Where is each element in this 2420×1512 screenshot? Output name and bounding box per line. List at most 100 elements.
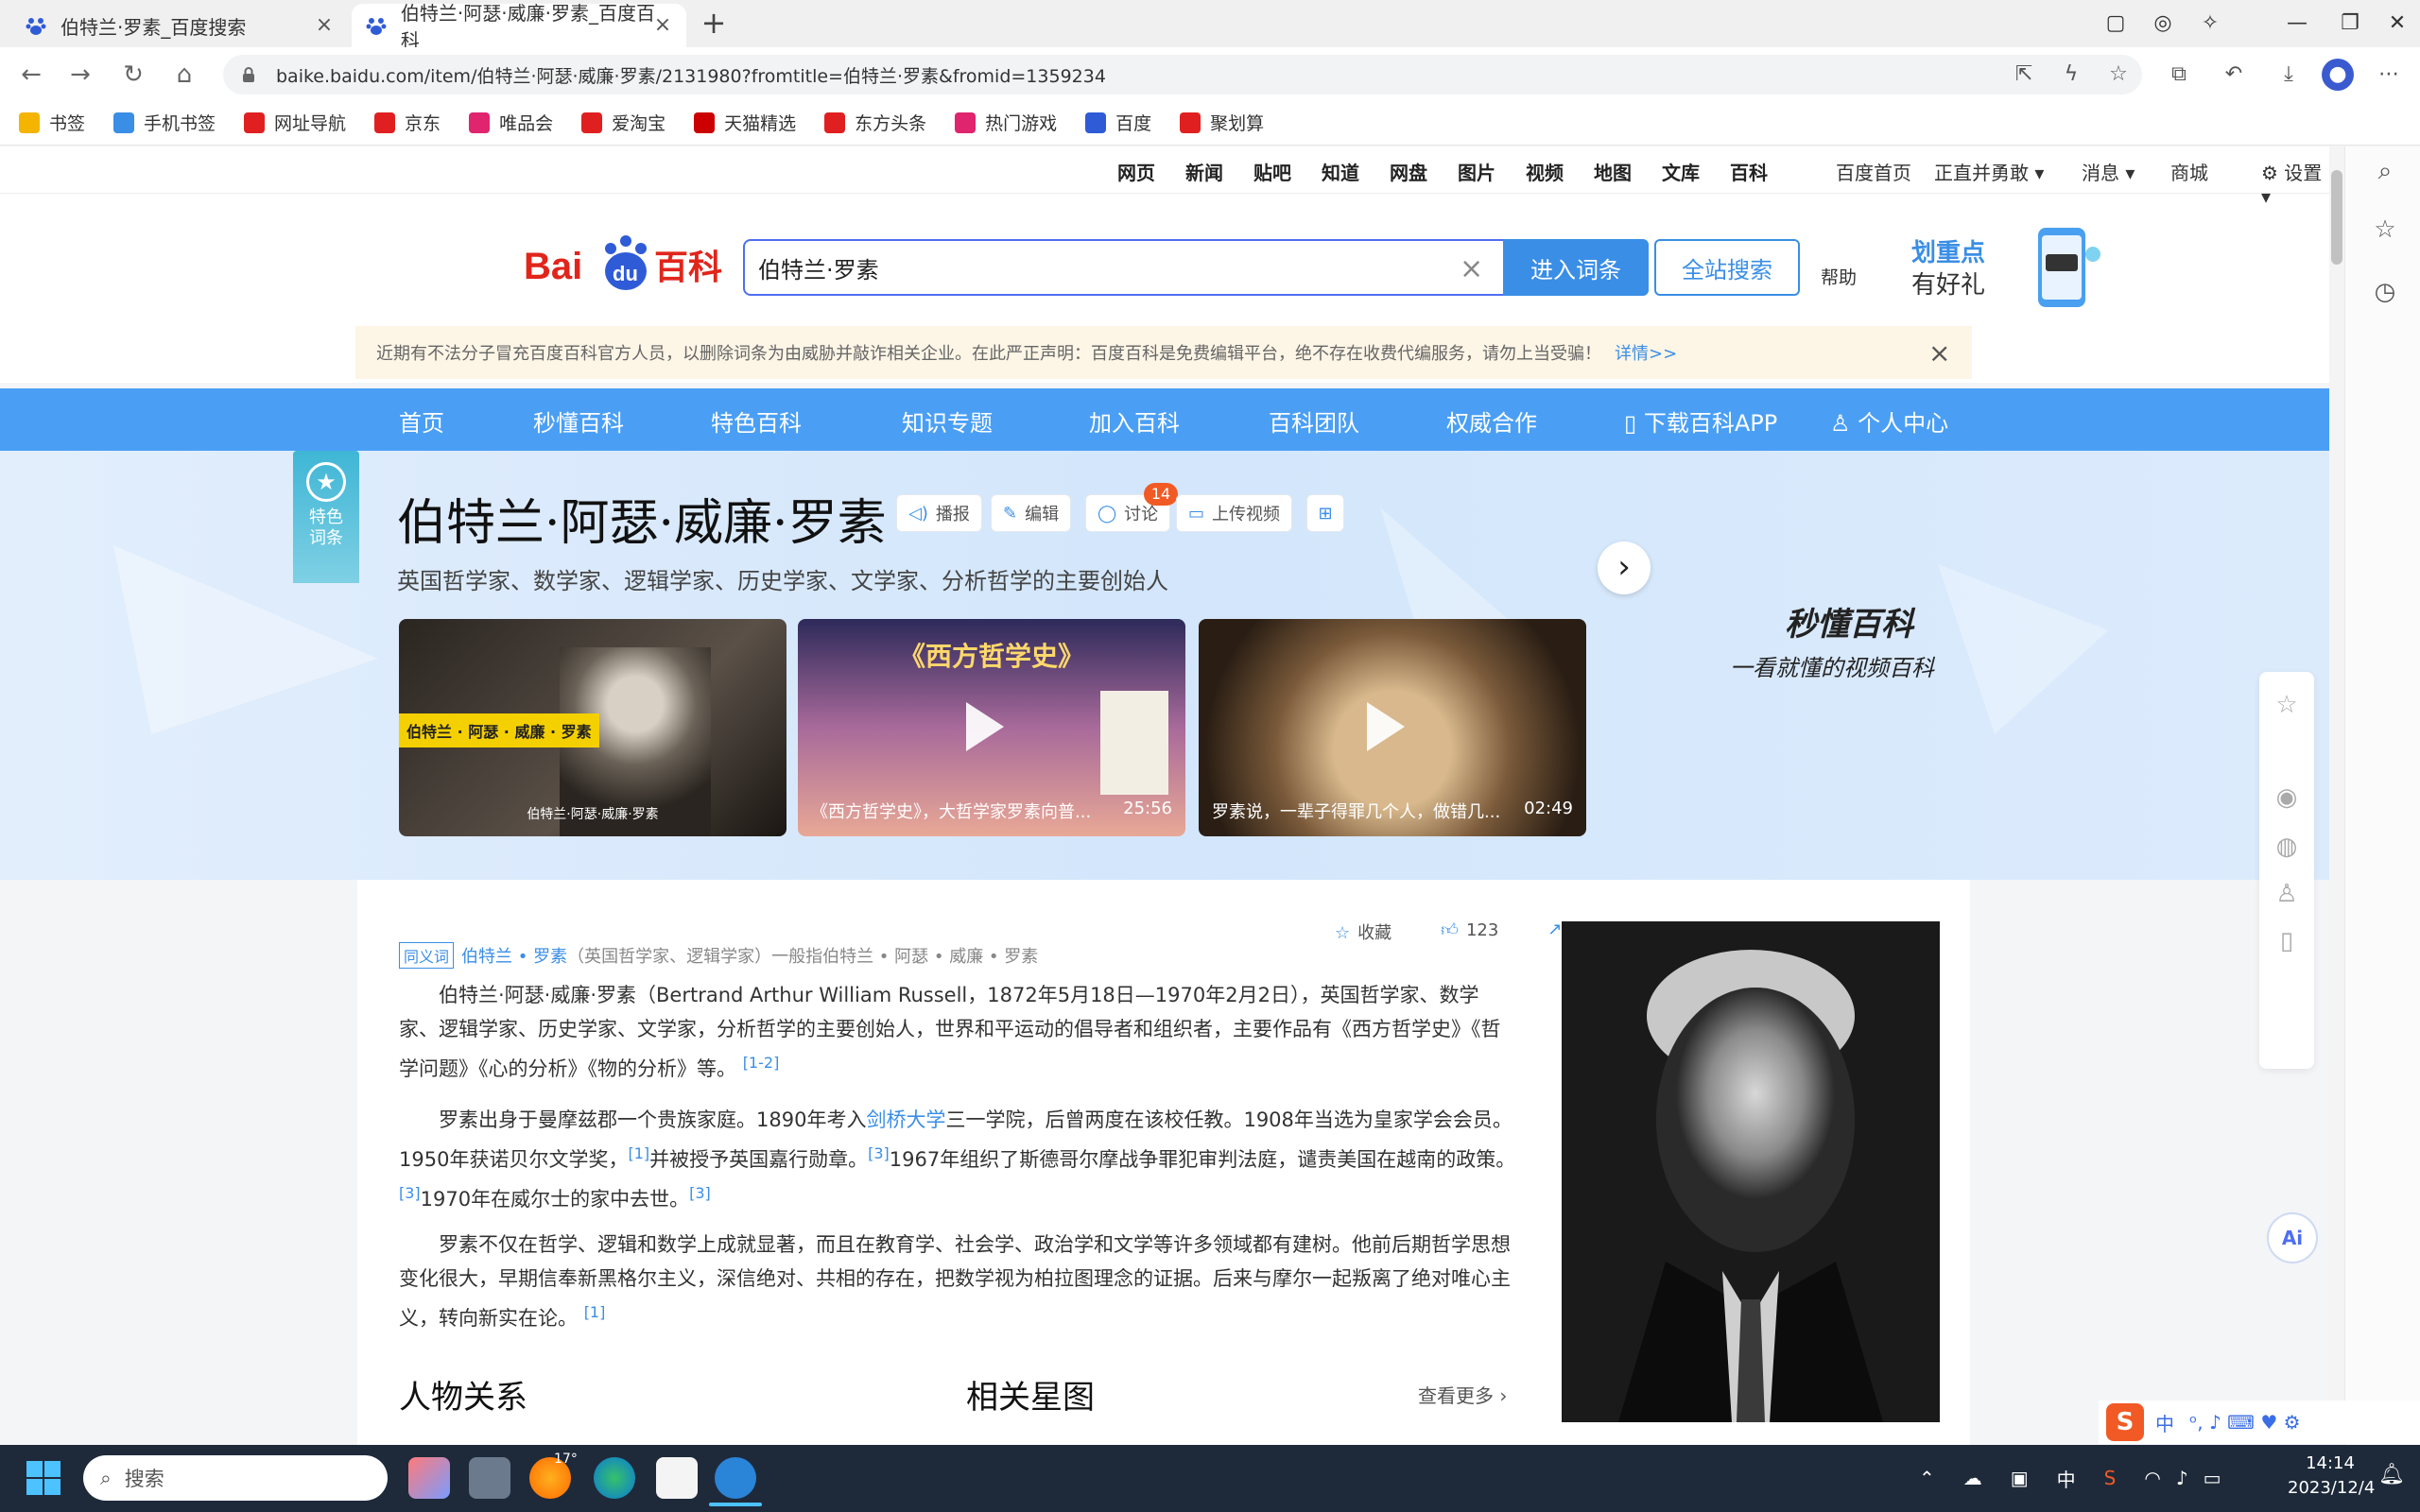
bookmark-item[interactable]: 手机书签 [113,110,216,135]
undo-icon[interactable]: ↶ [2218,59,2250,91]
page-scrollbar[interactable] [2329,146,2344,1445]
sogou-ime-icon[interactable]: S [2106,1403,2144,1441]
cambridge-link[interactable]: 剑桥大学 [866,1108,945,1131]
minimize-icon[interactable]: — [2278,8,2316,40]
bookmark-item[interactable]: 东方头条 [824,110,926,135]
baike-logo[interactable]: Bai du 百科 [524,230,728,300]
bookmark-item[interactable]: 京东 [374,110,441,135]
wifi-icon[interactable]: ◠ [2144,1467,2160,1489]
favorite-star-icon[interactable]: ☆ [2102,59,2135,91]
app-icon[interactable] [408,1457,450,1499]
video-card[interactable]: 伯特兰 · 阿瑟 · 威廉 · 罗素 伯特兰·阿瑟·威廉·罗素 [399,619,786,836]
topnav-link[interactable]: 网页 [1117,158,1155,185]
reference-link[interactable]: [3] [399,1184,421,1202]
reference-link[interactable]: [1] [584,1303,606,1321]
ime-tools-icons[interactable]: ᵒ, ♪ ⌨ ♥ ⚙ [2189,1411,2301,1434]
home-icon[interactable]: ⌂ [168,59,200,91]
portrait-photo[interactable] [1562,921,1940,1422]
mall-link[interactable]: 商城 [2170,158,2208,185]
ime-indicator[interactable]: 中 [2057,1465,2076,1492]
taskbar-search[interactable]: ⌕ 搜索 [83,1455,388,1501]
ai-assistant-button[interactable]: Ai [2267,1212,2318,1263]
topnav-link[interactable]: 视频 [1526,158,1564,185]
baike-nav-item[interactable]: 权威合作 [1446,404,1537,438]
sidebar-search-icon[interactable]: ⌕ [2371,157,2399,185]
full-site-search-button[interactable]: 全站搜索 [1654,239,1800,296]
edit-button[interactable]: ✎ 编辑 [991,494,1072,532]
sidebar-history-icon[interactable]: ◷ [2371,278,2399,306]
ime-mode[interactable]: 中 [2155,1409,2174,1436]
sogou-tray-icon[interactable]: S [2104,1467,2117,1489]
topnav-link[interactable]: 百科 [1730,158,1768,185]
baike-nav-item[interactable]: 百科团队 [1269,404,1359,438]
edge-browser-icon[interactable] [594,1457,635,1499]
baike-nav-item[interactable]: 特色百科 [711,404,802,438]
close-tab-icon[interactable]: × [652,15,673,36]
extensions-puzzle-icon[interactable]: ⧉ [2163,59,2195,91]
reference-link[interactable]: [3] [868,1144,890,1162]
baike-nav-item[interactable]: 加入百科 [1089,404,1180,438]
tab-actions-icon[interactable]: ▢ [2097,8,2135,40]
like-button[interactable]: 👍︎ 123 [1441,919,1523,944]
tray-expand-icon[interactable]: ⌃ [1919,1467,1935,1489]
windows-start-icon[interactable] [26,1461,60,1495]
topnav-link[interactable]: 网盘 [1390,158,1427,185]
video-card[interactable]: 罗素说，一辈子得罪几个人，做错几... 02:49 [1199,619,1586,836]
speed-icon[interactable]: ϟ [2055,59,2087,91]
share-page-icon[interactable]: ⇱ [2008,59,2040,91]
clock[interactable]: 14:14 2023/12/4 [2288,1452,2375,1501]
reference-link[interactable]: [3] [689,1184,711,1202]
reference-link[interactable]: [1] [628,1144,649,1162]
task-view-icon[interactable] [469,1457,510,1499]
baike-nav-item[interactable]: 秒懂百科 [533,404,624,438]
avatar[interactable]: ● [2322,59,2354,91]
tab-search-result[interactable]: 伯特兰·罗素_百度搜索 × [11,4,348,47]
promo-title[interactable]: 划重点 [1911,233,1985,268]
bookmark-item[interactable]: 书签 [19,110,85,135]
new-tab-button[interactable]: + [698,8,730,38]
upload-video-button[interactable]: ▭ 上传视频 [1176,494,1293,532]
next-video-chevron-icon[interactable]: › [1598,541,1651,594]
url-field[interactable]: baike.baidu.com/item/伯特兰·阿瑟·威廉·罗素/213198… [223,55,2142,94]
back-icon[interactable]: ← [15,59,47,91]
tray-app-icon[interactable]: ▣ [2011,1467,2029,1489]
video-card[interactable]: 《西方哲学史》 《西方哲学史》，大哲学家罗素向普... 25:56 [798,619,1185,836]
topnav-link[interactable]: 地图 [1594,158,1632,185]
qq-icon[interactable]: ♙ [2273,880,2301,908]
extensions-icon[interactable]: ✧ [2191,8,2229,40]
close-window-icon[interactable]: ✕ [2378,8,2416,40]
help-link[interactable]: 帮助 [1821,264,1857,289]
onedrive-icon[interactable]: ☁ [1963,1467,1982,1489]
baidu-home-link[interactable]: 百度首页 [1836,158,1911,185]
wechat-icon[interactable]: ◍ [2273,833,2301,861]
favorite-star-icon[interactable]: ☆ [2273,691,2301,719]
topnav-link[interactable]: 贴吧 [1253,158,1291,185]
add-icon[interactable]: ⊞ [1306,494,1344,532]
sidebar-favorites-icon[interactable]: ☆ [2371,215,2399,244]
reload-icon[interactable]: ↻ [117,59,149,91]
messages-menu[interactable]: 消息 ▾ [2082,158,2135,185]
clear-search-icon[interactable]: × [1460,252,1483,285]
incognito-icon[interactable]: ◎ [2144,8,2182,40]
topnav-link[interactable]: 图片 [1458,158,1495,185]
restore-icon[interactable]: ❐ [2331,8,2369,40]
bookmark-item[interactable]: 网址导航 [244,110,346,135]
collect-button[interactable]: ☆ 收藏 [1335,919,1416,944]
volume-icon[interactable]: ♪ [2176,1467,2188,1489]
enter-entry-button[interactable]: 进入词条 [1503,239,1649,296]
mobile-icon[interactable]: ▯ [2273,927,2301,955]
synonym-link[interactable]: 伯特兰 • 罗素 [461,943,567,968]
user-menu[interactable]: 正直并勇敢 ▾ [1934,158,2044,185]
search-input[interactable]: 伯特兰·罗素 [743,239,1505,296]
notification-bell-icon[interactable]: 🔔︎ [2378,1463,2405,1486]
file-icon[interactable] [656,1457,698,1499]
baike-nav-item[interactable]: ▯ 下载百科APP [1624,404,1777,438]
bookmark-item[interactable]: 爱淘宝 [581,110,666,135]
tab-baike-active[interactable]: 伯特兰·阿瑟·威廉·罗素_百度百科 × [352,2,686,52]
baike-nav-item[interactable]: 知识专题 [902,404,993,438]
ie-browser-icon[interactable] [715,1457,756,1499]
bookmark-item[interactable]: 聚划算 [1180,110,1264,135]
play-audio-button[interactable]: ◁) 播报 [896,494,982,532]
scrollbar-thumb[interactable] [2331,170,2342,265]
promo-subtitle[interactable]: 有好礼 [1911,266,1985,301]
